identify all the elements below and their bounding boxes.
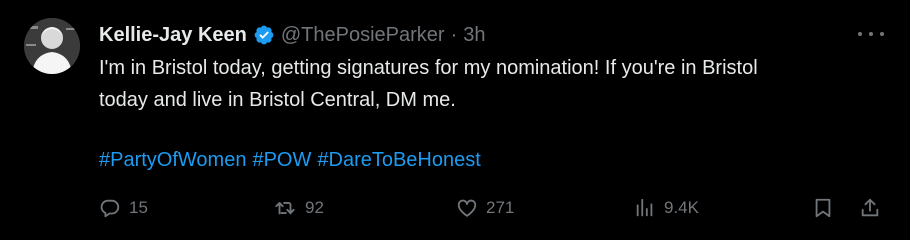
avatar[interactable] — [24, 18, 80, 74]
action-bar: 15 92 271 9.4K — [99, 190, 885, 226]
heart-icon — [457, 199, 477, 217]
views-icon — [636, 198, 653, 217]
author-handle[interactable]: @ThePosieParker — [281, 24, 445, 47]
reply-count: 15 — [129, 198, 148, 217]
bookmark-icon — [815, 198, 831, 218]
reply-icon — [100, 199, 120, 218]
retweet-icon — [275, 202, 295, 215]
tweet[interactable]: Kellie-Jay Keen @ThePosieParker · 3h I'm… — [0, 0, 910, 240]
hashtag-link[interactable]: #PartyOfWomen — [99, 149, 246, 171]
timestamp[interactable]: 3h — [463, 24, 485, 47]
like-count: 271 — [486, 198, 515, 217]
hashtag-link[interactable]: #POW — [252, 149, 311, 171]
tweet-text: I'm in Bristol today, getting signatures… — [99, 52, 889, 116]
more-icon[interactable] — [858, 26, 884, 42]
separator-dot: · — [450, 23, 458, 46]
hashtag-list: #PartyOfWomen #POW #DareToBeHonest — [99, 144, 487, 176]
retweet-button[interactable]: 92 — [273, 190, 324, 226]
retweet-count: 92 — [305, 198, 324, 217]
verified-badge-icon — [253, 24, 275, 46]
tweet-text-line: I'm in Bristol today, getting signatures… — [99, 57, 758, 79]
tweet-text-line: today and live in Bristol Central, DM me… — [99, 89, 456, 111]
views-count: 9.4K — [664, 198, 699, 217]
bookmark-button[interactable] — [812, 190, 834, 226]
tweet-header: Kellie-Jay Keen @ThePosieParker · 3h — [99, 20, 485, 50]
hashtag-link[interactable]: #DareToBeHonest — [317, 149, 480, 171]
share-button[interactable] — [859, 190, 881, 226]
author-name[interactable]: Kellie-Jay Keen — [99, 24, 247, 47]
share-icon — [861, 198, 879, 217]
views-button[interactable]: 9.4K — [634, 190, 699, 226]
reply-button[interactable]: 15 — [99, 190, 148, 226]
like-button[interactable]: 271 — [456, 190, 514, 226]
